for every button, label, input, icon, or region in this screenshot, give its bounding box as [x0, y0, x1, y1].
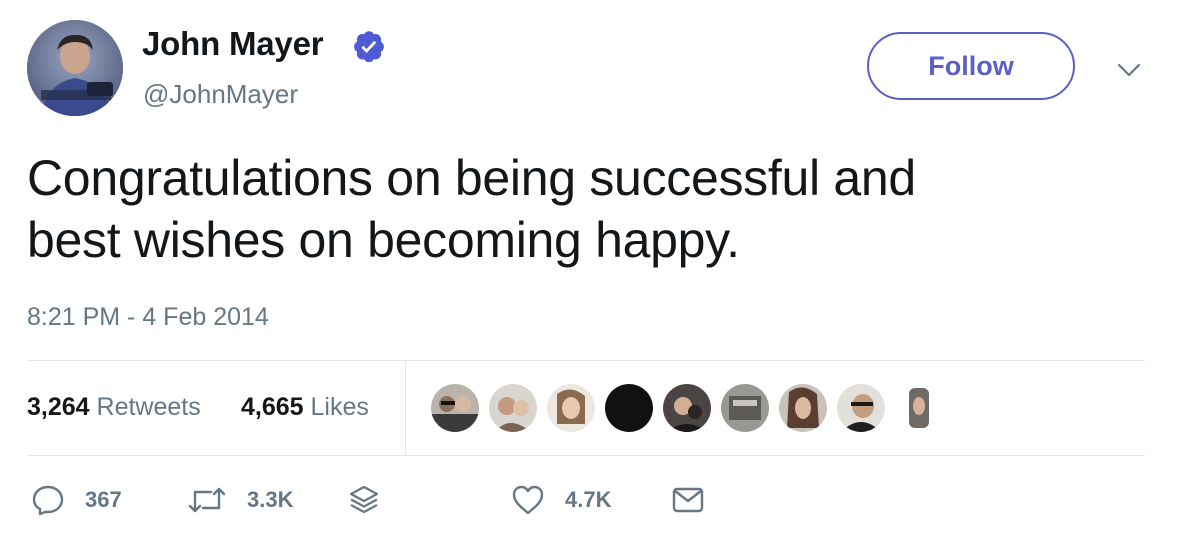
layers-button[interactable] [347, 483, 381, 517]
likes-label: Likes [310, 393, 369, 421]
reply-count: 367 [85, 487, 122, 512]
chevron-down-icon[interactable] [1115, 56, 1143, 84]
reply-button[interactable]: 367 [31, 483, 122, 517]
stats-divider-vertical [405, 361, 406, 455]
author-handle[interactable]: @JohnMayer [143, 79, 298, 110]
liker-avatar[interactable] [778, 383, 828, 433]
tweet-timestamp[interactable]: 8:21 PM - 4 Feb 2014 [27, 303, 269, 332]
retweet-button[interactable]: 3.3K [187, 483, 293, 517]
retweets-stat[interactable]: 3,264 Retweets [27, 393, 201, 422]
stats-divider-bottom [27, 455, 1145, 456]
liker-avatar[interactable] [604, 383, 654, 433]
direct-message-button[interactable] [671, 483, 705, 517]
verified-badge-icon [354, 31, 384, 63]
envelope-icon [672, 487, 704, 513]
retweet-icon [188, 487, 226, 513]
tweet-card: John Mayer @JohnMayer Follow Congratulat… [0, 0, 1188, 556]
tweet-text: Congratulations on being successful and … [27, 147, 1147, 271]
reply-bubble-icon [32, 485, 64, 516]
liker-avatar[interactable] [836, 383, 886, 433]
retweets-count: 3,264 [27, 393, 90, 421]
author-name[interactable]: John Mayer [142, 25, 324, 63]
liker-avatar[interactable] [662, 383, 712, 433]
liker-avatar[interactable] [488, 383, 538, 433]
liker-avatar[interactable] [546, 383, 596, 433]
tweet-text-line-2: best wishes on becoming happy. [27, 212, 740, 268]
retweet-count: 3.3K [247, 487, 294, 512]
layers-icon [349, 485, 379, 514]
like-button[interactable]: 4.7K [511, 483, 611, 517]
liker-avatar[interactable] [720, 383, 770, 433]
like-count: 4.7K [565, 487, 612, 512]
tweet-text-line-1: Congratulations on being successful and [27, 150, 916, 206]
stats-divider-top [27, 360, 1145, 361]
likes-count: 4,665 [241, 393, 304, 421]
heart-icon [512, 485, 544, 515]
retweets-label: Retweets [96, 393, 201, 421]
liker-avatar[interactable] [894, 383, 944, 433]
follow-button[interactable]: Follow [867, 32, 1075, 100]
likes-stat[interactable]: 4,665 Likes [241, 393, 369, 422]
author-avatar[interactable] [27, 20, 123, 116]
liker-avatar[interactable] [430, 383, 480, 433]
